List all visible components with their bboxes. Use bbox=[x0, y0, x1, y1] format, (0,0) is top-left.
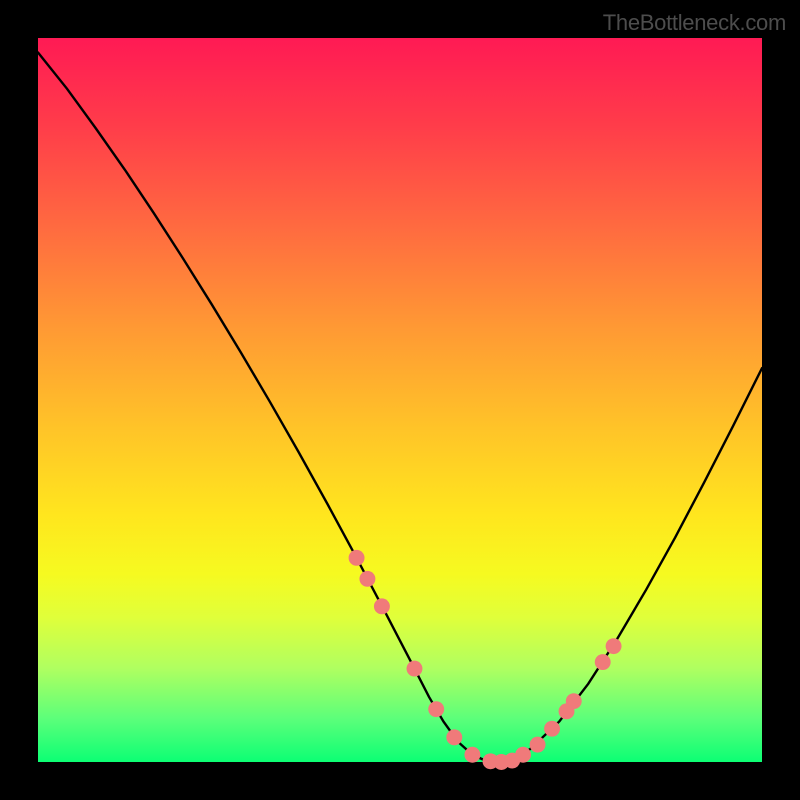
attribution-text: TheBottleneck.com bbox=[603, 10, 786, 36]
sample-marker bbox=[407, 661, 423, 677]
sample-marker bbox=[566, 693, 582, 709]
sample-marker bbox=[446, 729, 462, 745]
sample-marker bbox=[428, 701, 444, 717]
sample-marker bbox=[464, 747, 480, 763]
sample-marker bbox=[544, 721, 560, 737]
sample-marker bbox=[530, 737, 546, 753]
bottleneck-curve bbox=[38, 52, 762, 762]
sample-marker bbox=[606, 638, 622, 654]
sample-marker bbox=[374, 598, 390, 614]
sample-marker bbox=[595, 654, 611, 670]
chart-container: TheBottleneck.com bbox=[0, 0, 800, 800]
sample-marker bbox=[515, 747, 531, 763]
sample-marker bbox=[359, 571, 375, 587]
sample-marker bbox=[349, 550, 365, 566]
sample-markers bbox=[349, 550, 622, 770]
chart-overlay bbox=[38, 38, 762, 762]
